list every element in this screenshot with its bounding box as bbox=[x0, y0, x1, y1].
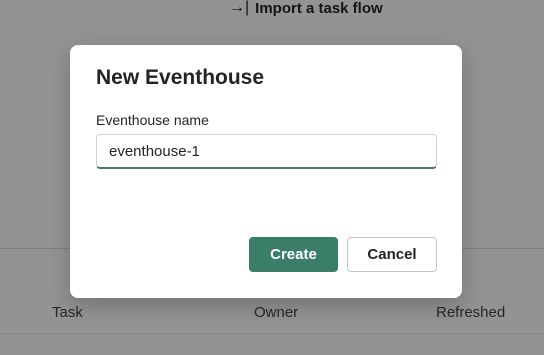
create-button[interactable]: Create bbox=[249, 237, 338, 272]
new-eventhouse-dialog: New Eventhouse Eventhouse name Create Ca… bbox=[70, 45, 462, 298]
dialog-title: New Eventhouse bbox=[96, 66, 265, 89]
cancel-button[interactable]: Cancel bbox=[347, 237, 437, 272]
eventhouse-name-label: Eventhouse name bbox=[96, 112, 209, 128]
eventhouse-name-input[interactable] bbox=[96, 134, 437, 169]
